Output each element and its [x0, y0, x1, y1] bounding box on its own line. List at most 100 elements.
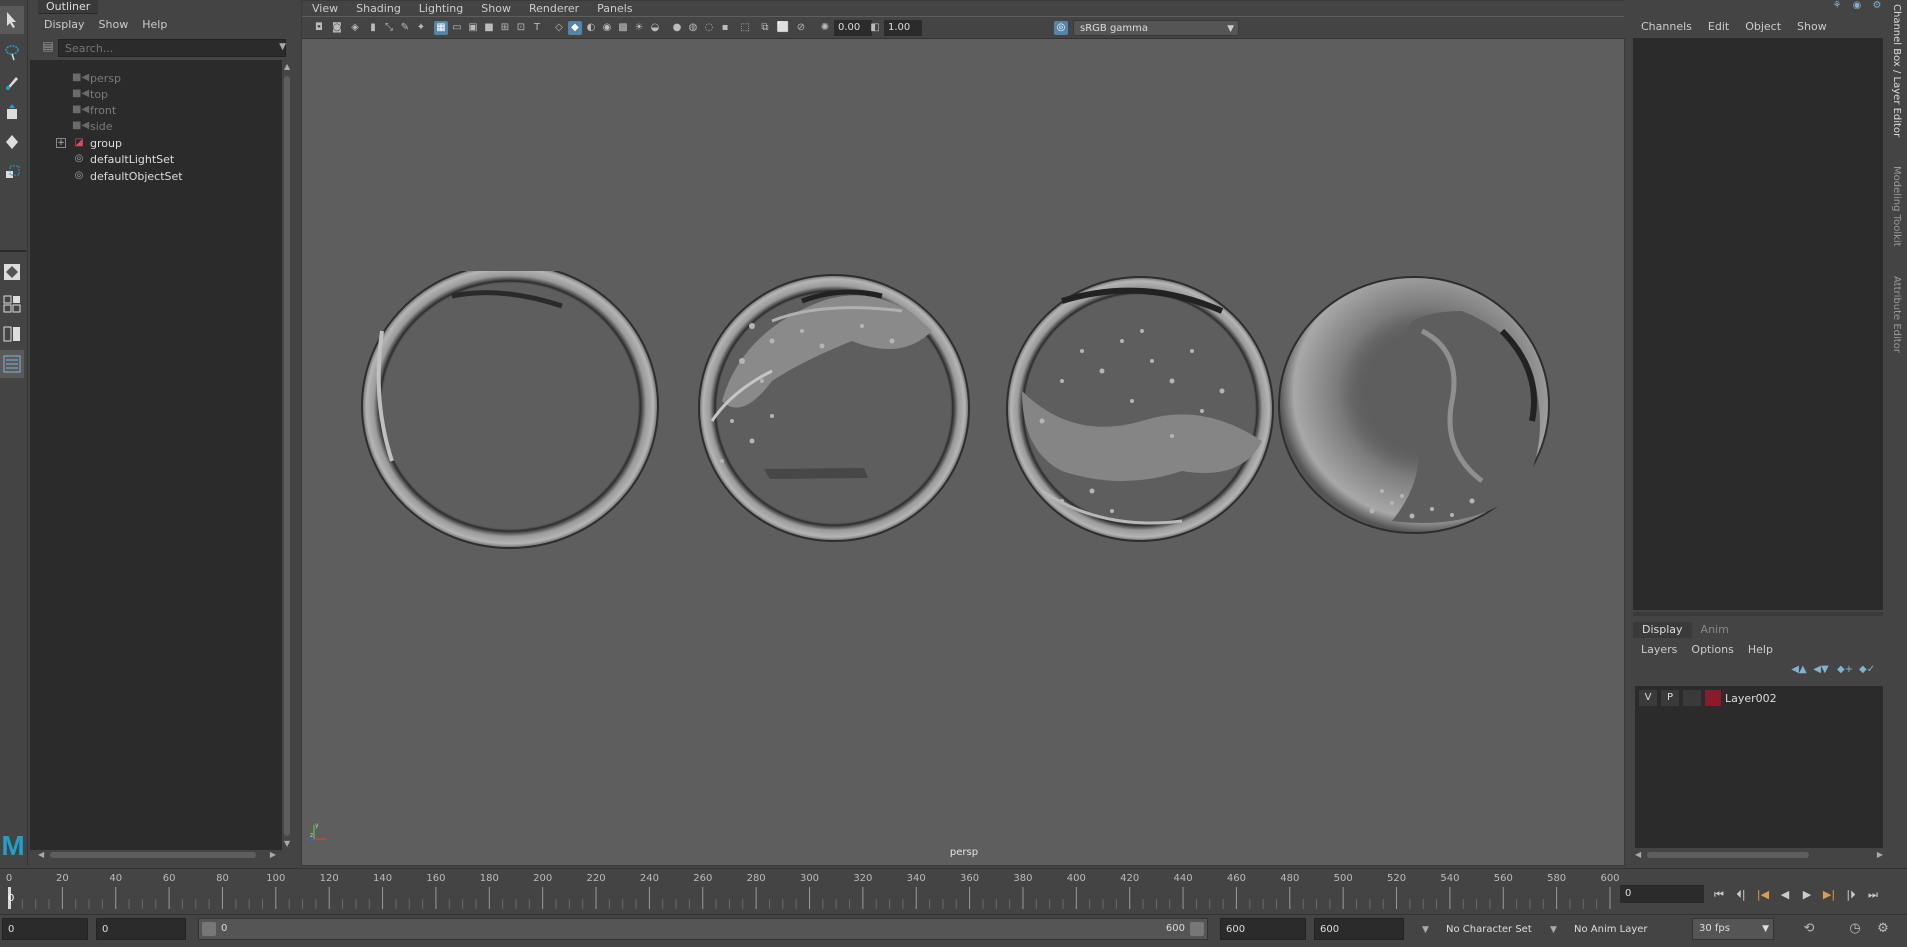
anim-layer-selector[interactable]: No Anim Layer — [1574, 920, 1648, 940]
checker-icon[interactable]: ▩ — [616, 21, 630, 35]
playback-range-bar[interactable]: 0 600 — [198, 918, 1208, 940]
layer-playback-toggle[interactable]: P — [1661, 690, 1679, 706]
scrollbar-thumb[interactable] — [50, 852, 256, 858]
channel-box-menu-object[interactable]: Object — [1745, 20, 1781, 33]
fluid-globe-2[interactable] — [698, 274, 970, 542]
fluid-globe-1[interactable] — [361, 271, 659, 549]
scrollbar-thumb[interactable] — [284, 76, 290, 836]
scroll-down-icon[interactable]: ▼ — [284, 839, 290, 848]
select-tool-icon[interactable] — [0, 6, 24, 34]
channel-box-area[interactable] — [1633, 38, 1883, 610]
play-backwards-icon[interactable]: ◀ — [1776, 887, 1794, 903]
scroll-right-icon[interactable]: ▶ — [1877, 850, 1883, 859]
exposure-field[interactable]: 0.00 — [834, 20, 872, 36]
range-end-handle[interactable] — [1190, 922, 1204, 936]
safe-action-icon[interactable]: ⊡ — [514, 21, 528, 35]
grid-icon[interactable]: ▦ — [434, 21, 448, 35]
outliner-menu-show[interactable]: Show — [99, 18, 129, 31]
scale-tool-icon[interactable] — [0, 158, 24, 186]
side-tab-modeling-toolkit[interactable]: Modeling Toolkit — [1891, 166, 1902, 247]
outliner-tab[interactable]: Outliner — [38, 0, 99, 14]
animation-end-field[interactable]: 600 — [1314, 918, 1404, 940]
viewport-menu-panels[interactable]: Panels — [597, 2, 632, 15]
rotate-tool-icon[interactable] — [0, 128, 24, 156]
two-d-pan-zoom-icon[interactable]: ⤡ — [382, 21, 396, 35]
layer-row[interactable]: V P Layer002 — [1639, 689, 1879, 707]
view-transform-dropdown[interactable]: sRGB gamma ▼ — [1073, 20, 1239, 36]
fluid-globe-3[interactable] — [1006, 276, 1274, 542]
outliner-search-input[interactable] — [58, 39, 286, 57]
channel-box-menu-channels[interactable]: Channels — [1641, 20, 1692, 33]
film-gate-icon[interactable]: ▭ — [450, 21, 464, 35]
motion-blur-icon[interactable]: ◍ — [686, 21, 700, 35]
viewport-panel[interactable]: View Shading Lighting Show Renderer Pane… — [301, 0, 1626, 866]
outliner-vertical-scrollbar[interactable]: ▲ ▼ — [282, 60, 292, 850]
outliner-horizontal-scrollbar[interactable]: ◀ ▶ — [38, 850, 276, 860]
move-layer-up-icon[interactable]: ◀▲ — [1791, 664, 1807, 678]
layer-list-horizontal-scrollbar[interactable]: ◀ ▶ — [1635, 850, 1883, 860]
outliner-item-defaultobjectset[interactable]: ◎ defaultObjectSet — [30, 166, 282, 186]
anti-aliasing-icon[interactable]: ◌ — [702, 21, 716, 35]
move-tool-icon[interactable] — [0, 98, 24, 126]
fluid-globe-4[interactable] — [1278, 276, 1550, 534]
grease-pencil-icon[interactable]: ✎ — [398, 21, 412, 35]
exposure-icon[interactable]: ✺ — [818, 21, 832, 35]
step-forward-key-icon[interactable]: ▶| — [1820, 887, 1838, 903]
range-start-handle[interactable] — [202, 922, 216, 936]
channel-box-menu-edit[interactable]: Edit — [1708, 20, 1729, 33]
xray-icon[interactable]: ⧉ — [758, 21, 772, 35]
gamma-icon[interactable]: ◧ — [868, 21, 882, 35]
image-plane-icon[interactable]: ▮ — [366, 21, 380, 35]
channel-box-menu-show[interactable]: Show — [1797, 20, 1827, 33]
step-forward-frame-icon[interactable]: |⏵ — [1842, 887, 1860, 903]
isolate-select-icon[interactable]: ⬚ — [738, 21, 752, 35]
layer-visibility-toggle[interactable]: V — [1639, 690, 1657, 706]
viewport-menu-renderer[interactable]: Renderer — [529, 2, 579, 15]
layer-editor-menu-options[interactable]: Options — [1691, 643, 1733, 656]
single-pane-layout-icon[interactable] — [0, 258, 24, 286]
new-layer-from-selection-icon[interactable]: ◆✓ — [1859, 664, 1875, 678]
viewport-menu-view[interactable]: View — [312, 2, 338, 15]
search-options-dropdown-icon[interactable]: ▼ — [279, 42, 286, 52]
outliner-layout-icon[interactable] — [0, 350, 24, 378]
xray-components-icon[interactable]: ⊘ — [794, 21, 808, 35]
help-icon[interactable]: ◉ — [1850, 0, 1864, 12]
tab-anim[interactable]: Anim — [1692, 622, 1738, 638]
side-tab-attribute-editor[interactable]: Attribute Editor — [1891, 276, 1902, 353]
color-management-icon[interactable]: ◎ — [1054, 21, 1068, 35]
safe-title-icon[interactable]: T — [530, 21, 544, 35]
panel-splitter[interactable] — [1633, 612, 1883, 616]
scroll-left-icon[interactable]: ◀ — [1635, 850, 1641, 859]
side-tab-channel-box[interactable]: Channel Box / Layer Editor — [1891, 4, 1902, 137]
lasso-tool-icon[interactable] — [0, 38, 24, 66]
filter-icon[interactable]: ▤ — [38, 39, 58, 57]
camera-attributes-icon[interactable]: ◙ — [330, 21, 344, 35]
textured-icon[interactable]: ◉ — [600, 21, 614, 35]
settings-icon[interactable]: ⚙ — [1870, 0, 1884, 12]
bookmarks-icon[interactable]: ◈ — [348, 21, 362, 35]
xray-joints-icon[interactable]: ⬜ — [776, 21, 790, 35]
play-forwards-icon[interactable]: ▶ — [1798, 887, 1816, 903]
scroll-left-icon[interactable]: ◀ — [38, 850, 44, 859]
tab-display[interactable]: Display — [1633, 622, 1692, 638]
time-ruler[interactable]: 0 20 40 60 80 100 120 140 160 180 200 220 240 260 280 3… — [0, 873, 1620, 909]
outliner-menu-display[interactable]: Display — [44, 18, 85, 31]
hypershade-icon[interactable]: ⚘ — [1830, 0, 1844, 12]
smooth-shade-icon[interactable]: ◆ — [568, 21, 582, 35]
animation-preferences-icon[interactable]: ⚙ — [1874, 921, 1892, 939]
layer-editor-menu-help[interactable]: Help — [1748, 643, 1773, 656]
character-set-selector[interactable]: No Character Set — [1446, 920, 1532, 940]
go-to-start-icon[interactable]: ⏮ — [1710, 887, 1728, 903]
depth-of-field-icon[interactable]: ▪ — [718, 21, 732, 35]
scroll-up-icon[interactable]: ▲ — [284, 62, 290, 71]
field-chart-icon[interactable]: ⊞ — [498, 21, 512, 35]
use-all-lights-icon[interactable]: ☀ — [632, 21, 646, 35]
loop-icon[interactable]: ⟲ — [1800, 921, 1818, 939]
expand-icon[interactable]: + — [56, 138, 66, 148]
viewport-menu-show[interactable]: Show — [481, 2, 511, 15]
gate-mask-icon[interactable]: ■ — [482, 21, 496, 35]
shadows-icon[interactable]: ◒ — [648, 21, 662, 35]
fps-dropdown[interactable]: 30 fps ▼ — [1692, 918, 1774, 940]
ambient-occlusion-icon[interactable]: ● — [670, 21, 684, 35]
current-frame-field[interactable]: 0 — [1620, 885, 1704, 903]
